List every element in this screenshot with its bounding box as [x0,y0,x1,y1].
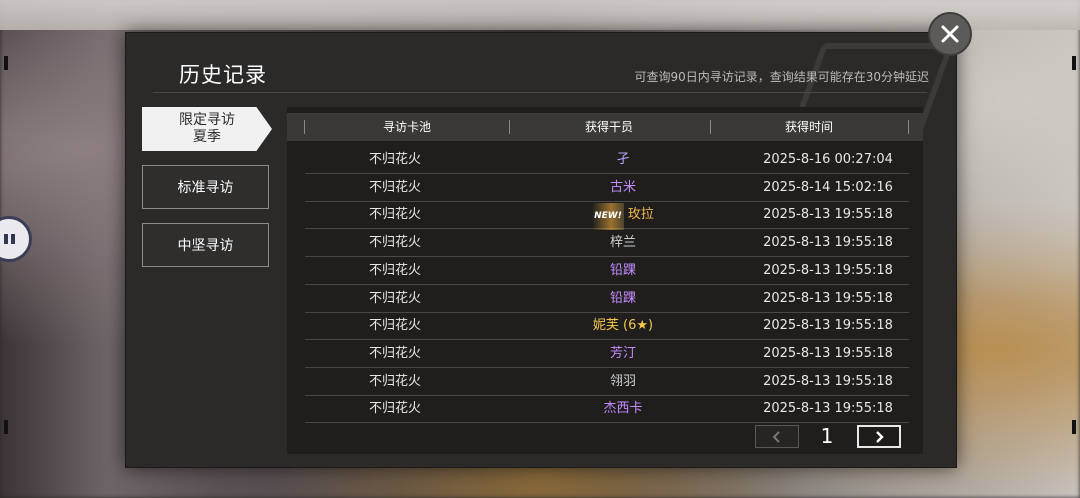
tab-label-line1: 限定寻访 [179,112,235,128]
cell-time: 2025-8-16 00:27:04 [763,152,893,167]
close-icon [941,25,959,43]
cell-time: 2025-8-14 15:02:16 [763,179,893,195]
cell-pool: 不归花火 [368,235,421,251]
cell-operator: 芳汀 [523,340,723,367]
cell-time: 2025-8-13 19:55:18 [763,262,893,278]
tab-standard[interactable]: 标准寻访 [142,165,269,209]
cell-time: 2025-8-13 19:55:18 [763,235,893,251]
table-row: 不归花火 杰西卡 2025-8-13 19:55:18 [305,395,909,424]
table-row: 不归花火 古米 2025-8-14 15:02:16 [305,174,909,202]
cell-pool: 不归花火 [368,345,421,361]
edge-marker [1072,420,1076,434]
operator-name: 杰西卡 [603,401,643,417]
cell-pool: 不归花火 [368,152,421,167]
tab-label: 中坚寻访 [177,238,234,254]
tab-limited-summer[interactable]: 限定寻访 夏季 [142,107,272,151]
query-notice: 可查询90日内寻访记录，查询结果可能存在30分钟延迟 [634,70,929,84]
cell-time: 2025-8-13 19:55:18 [763,345,893,361]
table-row: 不归花火 翎羽 2025-8-13 19:55:18 [305,368,909,396]
cell-operator: 铅踝 [523,257,723,284]
column-header-pool: 寻访卡池 [382,120,431,134]
cell-operator: 孑 [523,146,723,173]
operator-name: 铅踝 [609,290,636,306]
edge-marker [4,56,8,70]
tab-label: 标准寻访 [177,180,234,196]
operator-name: 梓兰 [609,235,636,251]
cell-pool: 不归花火 [368,401,421,417]
edge-marker [4,420,8,434]
cell-operator: 梓兰 [523,229,723,256]
tab-kernel[interactable]: 中坚寻访 [142,223,269,267]
next-page-button[interactable] [857,425,901,448]
operator-name: 妮芙 (6★) [592,318,654,334]
cell-operator: NEW! 玫拉 [523,201,723,231]
operator-name: 铅踝 [609,262,636,278]
cell-time: 2025-8-13 19:55:18 [763,373,893,389]
cell-time: 2025-8-13 19:55:18 [763,318,893,334]
cell-pool: 不归花火 [368,207,421,223]
column-header-time: 获得时间 [784,120,833,134]
cell-operator: 杰西卡 [523,395,723,422]
title-divider [153,92,927,93]
new-badge: NEW! [592,203,624,231]
history-table: 寻访卡池 获得干员 获得时间 不归花火孑 2025-8-16 00:27:04 不归… [287,107,923,454]
operator-name: 芳汀 [609,345,636,361]
operator-name: 翎羽 [609,373,636,389]
cell-operator: 妮芙 (6★) [523,312,723,339]
operator-name: 玫拉 [627,207,654,223]
table-header: 寻访卡池 获得干员 获得时间 [287,113,923,141]
table-row: 不归花火 孑 2025-8-16 00:27:04 [305,146,909,174]
cell-time: 2025-8-13 19:55:18 [763,401,893,417]
previous-page-button[interactable] [755,425,799,448]
cell-pool: 不归花火 [368,318,421,334]
table-row: 不归花火 妮芙 (6★) 2025-8-13 19:55:18 [305,312,909,341]
cell-pool: 不归花火 [368,179,421,195]
cell-time: 2025-8-13 19:55:18 [763,207,893,223]
table-row: 不归花火 NEW! 玫拉 2025-8-13 19:55:18 [305,201,909,231]
table-row: 不归花火 铅踝 2025-8-13 19:55:18 [305,285,909,313]
edge-marker [1072,56,1076,70]
cell-operator: 翎羽 [523,368,723,395]
cell-pool: 不归花火 [368,262,421,278]
background-top-strip [0,0,1080,30]
column-header-operator: 获得干员 [584,120,633,134]
operator-name: 古米 [609,179,636,195]
operator-name: 孑 [616,152,630,167]
header-separator [908,120,909,134]
table-row: 不归花火 梓兰 2025-8-13 19:55:18 [305,229,909,258]
table-row: 不归花火 铅踝 2025-8-13 19:55:18 [305,257,909,285]
cell-time: 2025-8-13 19:55:18 [763,290,893,306]
cell-operator: 古米 [523,174,723,201]
cell-pool: 不归花火 [368,290,421,306]
table-row: 不归花火 芳汀 2025-8-13 19:55:18 [305,340,909,368]
chevron-right-icon [876,430,884,443]
page-number: 1 [820,424,834,448]
cell-pool: 不归花火 [368,373,421,389]
tab-label-line2: 夏季 [193,129,221,145]
close-button[interactable] [928,12,972,56]
chevron-left-icon [772,430,780,443]
page-title: 历史记录 [179,63,267,87]
cell-operator: 铅踝 [523,285,723,312]
